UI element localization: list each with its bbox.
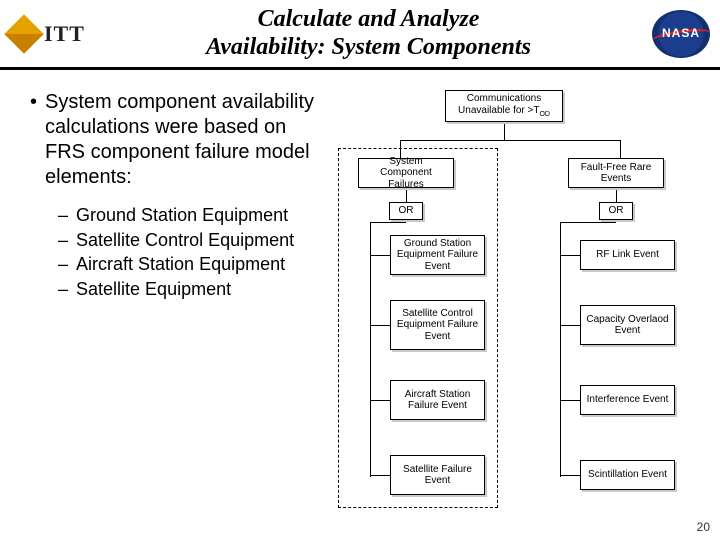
right-child-node: Interference Event — [580, 385, 675, 415]
itt-logo: ITT — [10, 20, 85, 48]
left-child-text: Ground Station Equipment Failure Event — [395, 238, 480, 273]
or-gate-left: OR — [389, 202, 423, 220]
left-child-node: Satellite Failure Event — [390, 455, 485, 495]
sub-bullet-text: Satellite Control Equipment — [76, 229, 294, 252]
sub-bullet-list: – Ground Station Equipment – Satellite C… — [30, 204, 330, 300]
root-subscript: OD — [539, 111, 550, 118]
left-child-node: Ground Station Equipment Failure Event — [390, 235, 485, 275]
slide-header: ITT Calculate and Analyze Availability: … — [0, 0, 720, 70]
left-child-text: Satellite Failure Event — [395, 464, 480, 487]
connector-line — [370, 222, 371, 477]
right-child-node: Scintillation Event — [580, 460, 675, 490]
root-line2: Unavailable for >T — [458, 105, 539, 116]
connector-line — [560, 400, 580, 401]
slide-title: Calculate and Analyze Availability: Syst… — [85, 6, 652, 61]
root-line1: Communications — [467, 93, 541, 104]
main-bullet: • System component availability calculat… — [30, 90, 330, 190]
left-branch-node: System Component Failures — [358, 158, 454, 188]
sub-bullet: – Satellite Equipment — [58, 278, 330, 301]
fault-tree-diagram: Communications Unavailable for >TOD Syst… — [330, 90, 706, 510]
page-number: 20 — [697, 520, 710, 534]
itt-logo-text: ITT — [44, 21, 85, 47]
connector-line — [370, 325, 390, 326]
slide-body: • System component availability calculat… — [0, 70, 720, 510]
left-child-node: Aircraft Station Failure Event — [390, 380, 485, 420]
connector-line — [504, 124, 505, 140]
connector-line — [370, 255, 390, 256]
or-label: OR — [399, 205, 414, 217]
connector-line — [400, 140, 620, 141]
connector-line — [560, 475, 580, 476]
right-child-node: Capacity Overlaod Event — [580, 305, 675, 345]
connector-line — [560, 325, 580, 326]
right-child-text: Capacity Overlaod Event — [585, 314, 670, 337]
right-child-text: Scintillation Event — [588, 469, 667, 481]
title-line-2: Availability: System Components — [206, 34, 531, 60]
connector-line — [560, 222, 616, 223]
left-child-text: Satellite Control Equipment Failure Even… — [395, 308, 480, 343]
right-branch-node: Fault-Free Rare Events — [568, 158, 664, 188]
connector-line — [620, 140, 621, 158]
left-branch-text: System Component Failures — [363, 156, 449, 191]
right-branch-text: Fault-Free Rare Events — [573, 162, 659, 185]
sub-bullet: – Satellite Control Equipment — [58, 229, 330, 252]
connector-line — [370, 475, 390, 476]
or-gate-right: OR — [599, 202, 633, 220]
bullet-dot-icon: • — [30, 90, 37, 190]
dash-icon: – — [58, 229, 68, 252]
dash-icon: – — [58, 253, 68, 276]
connector-line — [370, 400, 390, 401]
right-child-text: RF Link Event — [596, 249, 659, 261]
nasa-logo: NASA — [652, 10, 710, 58]
text-column: • System component availability calculat… — [30, 90, 330, 510]
main-bullet-text: System component availability calculatio… — [45, 90, 330, 190]
right-child-text: Interference Event — [587, 394, 669, 406]
right-child-node: RF Link Event — [580, 240, 675, 270]
connector-line — [560, 222, 561, 477]
root-node-text: Communications Unavailable for >TOD — [458, 93, 550, 119]
nasa-logo-text: NASA — [652, 26, 710, 40]
dash-icon: – — [58, 278, 68, 301]
connector-line — [370, 222, 406, 223]
left-child-node: Satellite Control Equipment Failure Even… — [390, 300, 485, 350]
left-child-text: Aircraft Station Failure Event — [395, 389, 480, 412]
connector-line — [406, 190, 407, 202]
sub-bullet: – Aircraft Station Equipment — [58, 253, 330, 276]
or-label: OR — [609, 205, 624, 217]
sub-bullet-text: Aircraft Station Equipment — [76, 253, 285, 276]
connector-line — [616, 190, 617, 202]
root-node: Communications Unavailable for >TOD — [445, 90, 563, 122]
sub-bullet-text: Satellite Equipment — [76, 278, 231, 301]
itt-diamond-icon — [4, 14, 44, 54]
dash-icon: – — [58, 204, 68, 227]
title-line-1: Calculate and Analyze — [258, 6, 480, 32]
sub-bullet: – Ground Station Equipment — [58, 204, 330, 227]
connector-line — [560, 255, 580, 256]
sub-bullet-text: Ground Station Equipment — [76, 204, 288, 227]
